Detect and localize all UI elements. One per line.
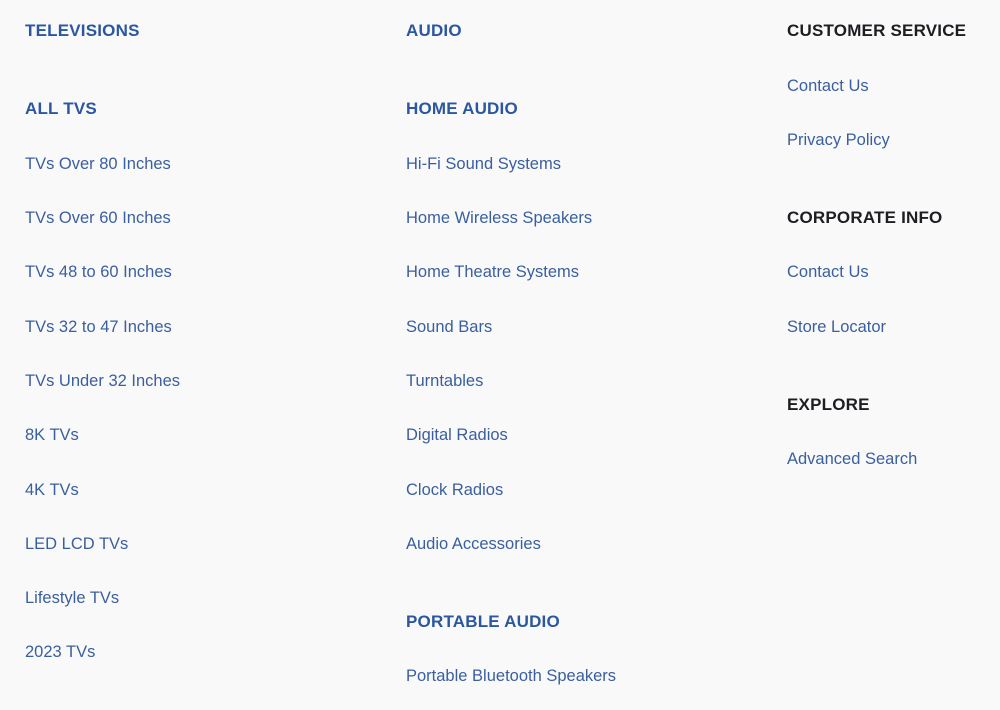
home-audio-heading[interactable]: HOME AUDIO xyxy=(406,99,518,119)
audio-link[interactable]: Sound Bars xyxy=(406,318,492,337)
tv-link[interactable]: TVs Under 32 Inches xyxy=(25,372,180,391)
corporate-contact-us-link[interactable]: Contact Us xyxy=(787,263,869,282)
privacy-policy-link[interactable]: Privacy Policy xyxy=(787,131,890,150)
tv-link[interactable]: TVs 32 to 47 Inches xyxy=(25,318,172,337)
audio-link[interactable]: Home Wireless Speakers xyxy=(406,209,592,228)
tv-link[interactable]: 2023 TVs xyxy=(25,643,95,662)
all-tvs-heading[interactable]: ALL TVS xyxy=(25,99,97,119)
advanced-search-link[interactable]: Advanced Search xyxy=(787,450,917,469)
televisions-title[interactable]: TELEVISIONS xyxy=(25,21,140,41)
tv-link[interactable]: TVs 48 to 60 Inches xyxy=(25,263,172,282)
audio-link[interactable]: Clock Radios xyxy=(406,481,503,500)
tv-link[interactable]: 8K TVs xyxy=(25,426,79,445)
audio-link[interactable]: Digital Radios xyxy=(406,426,508,445)
portable-audio-heading[interactable]: PORTABLE AUDIO xyxy=(406,612,560,632)
store-locator-link[interactable]: Store Locator xyxy=(787,318,886,337)
tv-link[interactable]: TVs Over 60 Inches xyxy=(25,209,171,228)
audio-title[interactable]: AUDIO xyxy=(406,21,462,41)
audio-link[interactable]: Audio Accessories xyxy=(406,535,541,554)
tv-link[interactable]: TVs Over 80 Inches xyxy=(25,155,171,174)
tv-link[interactable]: LED LCD TVs xyxy=(25,535,128,554)
audio-link[interactable]: Portable Bluetooth Speakers xyxy=(406,667,616,686)
audio-link[interactable]: Turntables xyxy=(406,372,483,391)
contact-us-link[interactable]: Contact Us xyxy=(787,77,869,96)
corporate-info-heading: CORPORATE INFO xyxy=(787,208,943,227)
explore-heading: EXPLORE xyxy=(787,395,870,414)
audio-link[interactable]: Hi-Fi Sound Systems xyxy=(406,155,561,174)
customer-service-heading: CUSTOMER SERVICE xyxy=(787,21,967,40)
tv-link[interactable]: 4K TVs xyxy=(25,481,79,500)
audio-link[interactable]: Home Theatre Systems xyxy=(406,263,579,282)
tv-link[interactable]: Lifestyle TVs xyxy=(25,589,119,608)
